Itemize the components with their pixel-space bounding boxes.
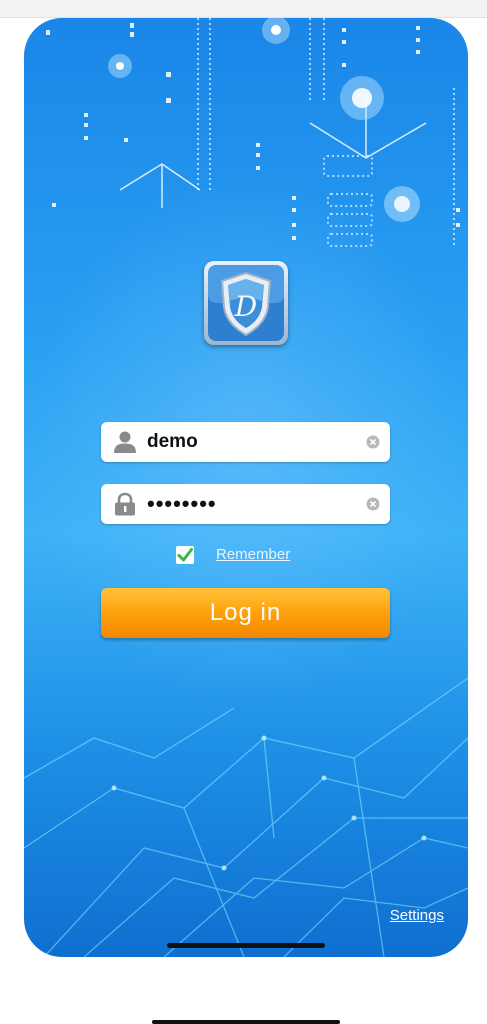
clear-circle-icon[interactable] xyxy=(366,497,380,511)
shield-logo-icon: D xyxy=(208,265,284,341)
login-button[interactable]: Log in xyxy=(101,588,390,638)
device-bottom-bar xyxy=(152,1020,340,1024)
username-field[interactable] xyxy=(101,422,390,462)
svg-text:D: D xyxy=(234,290,257,323)
password-field[interactable] xyxy=(101,484,390,524)
checkmark-icon xyxy=(177,548,193,562)
remember-checkbox[interactable] xyxy=(176,546,194,564)
remember-label[interactable]: Remember xyxy=(216,546,290,563)
settings-link[interactable]: Settings xyxy=(390,907,444,924)
remember-option[interactable]: Remember xyxy=(176,546,336,566)
password-input[interactable] xyxy=(147,490,347,518)
system-top-bar xyxy=(0,0,487,18)
lock-icon xyxy=(115,492,135,516)
user-icon xyxy=(114,431,136,453)
home-indicator xyxy=(167,943,325,948)
login-screen: D Remember Log in xyxy=(24,18,468,957)
username-input[interactable] xyxy=(147,428,347,456)
app-logo: D xyxy=(204,261,288,345)
clear-circle-icon[interactable] xyxy=(366,435,380,449)
